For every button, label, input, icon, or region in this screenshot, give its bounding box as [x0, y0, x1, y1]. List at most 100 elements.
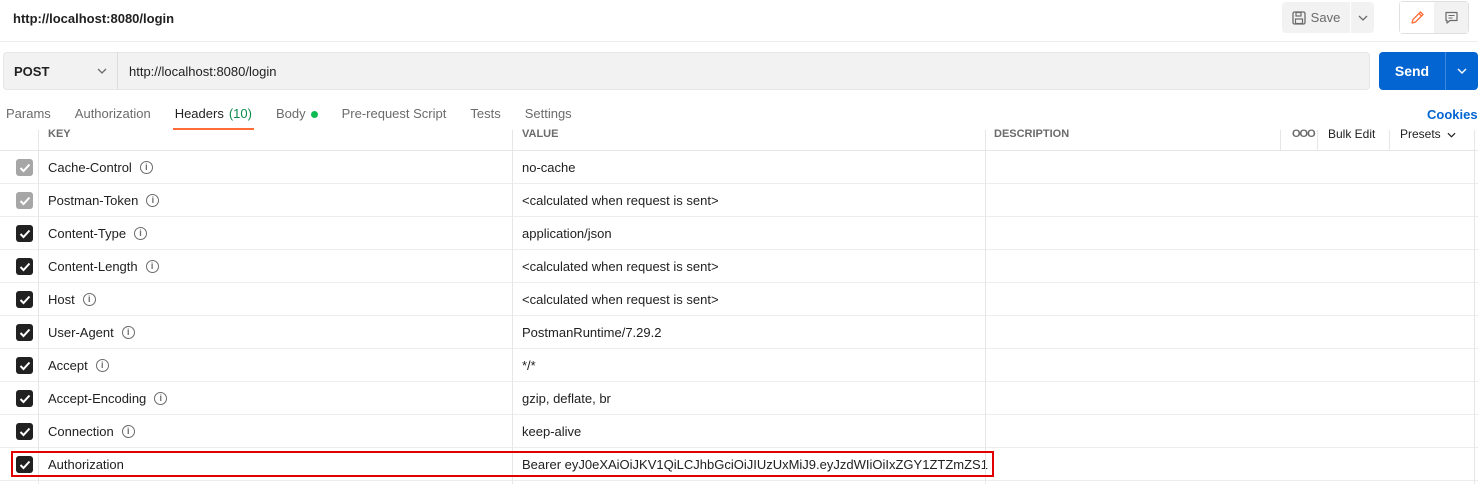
send-button[interactable]: Send: [1379, 52, 1445, 90]
header-enabled-checkbox[interactable]: [16, 291, 33, 308]
headers-table: KEY VALUE DESCRIPTION ooo Bulk Edit Pres…: [0, 127, 1478, 484]
header-key-cell[interactable]: Accept i: [48, 358, 109, 373]
checkmark-icon: [19, 295, 30, 304]
header-key-cell[interactable]: Connection i: [48, 424, 135, 439]
info-icon[interactable]: i: [139, 161, 153, 174]
header-value[interactable]: */*: [522, 358, 536, 373]
header-key: Accept: [48, 358, 88, 373]
tab-body[interactable]: Body: [270, 104, 324, 130]
checkmark-icon: [19, 394, 30, 403]
header-value[interactable]: application/json: [522, 226, 612, 241]
header-value[interactable]: <calculated when request is sent>: [522, 292, 719, 307]
header-key: Content-Type: [48, 226, 127, 241]
tab-authorization[interactable]: Authorization: [69, 104, 157, 130]
presets-label: Presets: [1400, 127, 1441, 141]
checkmark-icon: [19, 328, 30, 337]
info-icon[interactable]: i: [145, 260, 159, 273]
tab-label: Body: [275, 106, 306, 121]
header-enabled-checkbox[interactable]: [16, 192, 33, 209]
header-value[interactable]: no-cache: [522, 160, 575, 175]
tab-label: Headers: [174, 106, 224, 121]
header-value[interactable]: PostmanRuntime/7.29.2: [522, 325, 661, 340]
column-divider: [1317, 130, 1318, 151]
url-input[interactable]: http://localhost:8080/login: [118, 52, 1370, 90]
header-value[interactable]: gzip, deflate, br: [522, 391, 611, 406]
view-mode-toggle: [1399, 1, 1469, 34]
header-key: Connection: [48, 424, 114, 439]
table-right-edge: [1474, 130, 1475, 484]
header-key-cell[interactable]: Content-Type i: [48, 226, 148, 241]
tab-label: Settings: [524, 106, 572, 121]
column-divider: [985, 130, 986, 484]
header-key: Postman-Token: [48, 193, 139, 208]
save-button[interactable]: Save: [1282, 2, 1350, 33]
info-icon[interactable]: i: [82, 293, 96, 306]
header-enabled-checkbox[interactable]: [16, 423, 33, 440]
method-select[interactable]: POST: [3, 52, 118, 90]
table-row: User-Agent i PostmanRuntime/7.29.2: [0, 316, 1478, 349]
presets-button[interactable]: Presets: [1400, 127, 1456, 151]
checkmark-icon: [19, 163, 30, 172]
header-value[interactable]: keep-alive: [522, 424, 581, 439]
tab-label: Tests: [470, 106, 501, 121]
info-icon[interactable]: i: [146, 194, 160, 207]
save-label: Save: [1310, 10, 1341, 25]
comment-icon: [1444, 11, 1458, 24]
table-row: Content-Length i <calculated when request …: [0, 250, 1478, 283]
header-key: Content-Length: [48, 259, 138, 274]
edit-mode-button[interactable]: [1400, 2, 1434, 33]
tab-label: Params: [6, 106, 51, 121]
header-key-cell[interactable]: User-Agent i: [48, 325, 135, 340]
table-row: Postman-Token i <calculated when request i…: [0, 184, 1478, 217]
header-enabled-checkbox[interactable]: [16, 324, 33, 341]
table-row: Connection i keep-alive: [0, 415, 1478, 448]
table-row: Host i <calculated when request is sent>: [0, 283, 1478, 316]
tab-params[interactable]: Params: [0, 104, 57, 130]
header-value[interactable]: <calculated when request is sent>: [522, 259, 719, 274]
info-icon[interactable]: i: [121, 425, 135, 438]
header-key-cell[interactable]: Content-Length i: [48, 259, 159, 274]
info-icon[interactable]: i: [95, 359, 109, 372]
chevron-down-icon: [1358, 15, 1367, 21]
send-group: Send: [1379, 52, 1478, 90]
header-key-cell[interactable]: Postman-Token i: [48, 193, 160, 208]
bulk-edit-button[interactable]: Bulk Edit: [1328, 128, 1375, 151]
column-divider: [512, 130, 513, 484]
info-icon[interactable]: i: [121, 326, 135, 339]
request-tabs: Params Authorization Headers (10) Body P…: [0, 104, 590, 130]
tab-headers[interactable]: Headers (10): [169, 104, 258, 130]
comment-mode-button[interactable]: [1434, 2, 1468, 33]
request-title: http://localhost:8080/login: [13, 11, 175, 26]
header-key-cell[interactable]: Cache-Control i: [48, 160, 153, 175]
checkmark-icon: [19, 229, 30, 238]
tab-pre-request-script[interactable]: Pre-request Script: [336, 104, 453, 130]
header-enabled-checkbox[interactable]: [16, 390, 33, 407]
column-divider: [1389, 130, 1390, 151]
info-icon[interactable]: i: [154, 392, 168, 405]
table-row: Content-Type i application/json: [0, 217, 1478, 250]
tab-tests[interactable]: Tests: [464, 104, 506, 130]
tab-label: Authorization: [74, 106, 151, 121]
table-row: Cache-Control i no-cache: [0, 151, 1478, 184]
headers-count-badge: (10): [228, 106, 252, 121]
save-options-button[interactable]: [1350, 2, 1374, 33]
header-enabled-checkbox[interactable]: [16, 225, 33, 242]
tab-settings[interactable]: Settings: [519, 104, 578, 130]
table-row: Accept-Encoding i gzip, deflate, br: [0, 382, 1478, 415]
header-enabled-checkbox[interactable]: [16, 159, 33, 176]
header-key-cell[interactable]: Accept-Encoding i: [48, 391, 168, 406]
info-icon[interactable]: i: [134, 227, 148, 240]
header-value[interactable]: <calculated when request is sent>: [522, 193, 719, 208]
authorization-highlight-box: [11, 451, 994, 477]
header-enabled-checkbox[interactable]: [16, 258, 33, 275]
chevron-down-icon: [1457, 68, 1467, 74]
tab-label: Pre-request Script: [341, 106, 447, 121]
header-enabled-checkbox[interactable]: [16, 357, 33, 374]
send-options-button[interactable]: [1445, 52, 1478, 90]
cookies-link[interactable]: Cookies: [1427, 107, 1478, 122]
more-options-button[interactable]: ooo: [1292, 129, 1316, 151]
method-label: POST: [14, 63, 50, 79]
checkmark-icon: [19, 361, 30, 370]
header-key-cell[interactable]: Host i: [48, 292, 96, 307]
header-key: Cache-Control: [48, 160, 132, 175]
